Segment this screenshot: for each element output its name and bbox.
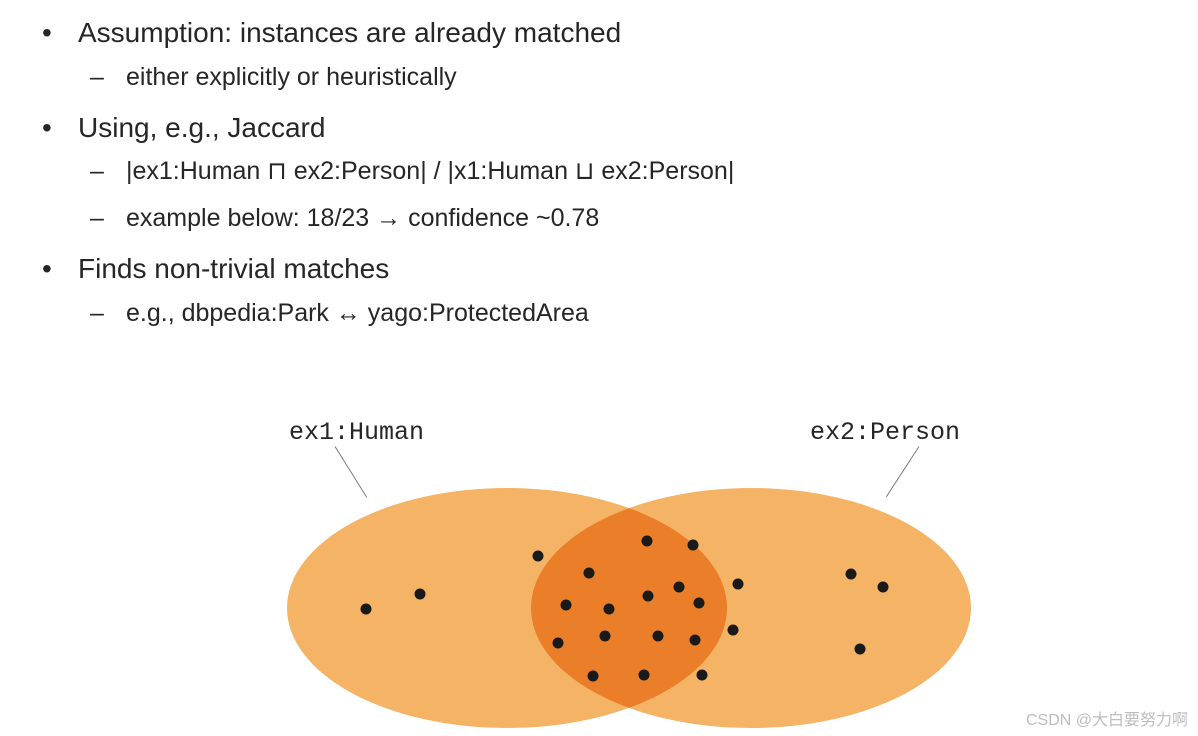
- sub-bullet-list: either explicitly or heuristically: [78, 58, 1198, 97]
- sub-bullet-text: example below: 18/23 → confidence ~0.78: [126, 204, 599, 232]
- venn-ellipse-right: [531, 488, 971, 728]
- venn-dot-intersection: [674, 582, 685, 593]
- venn-dot-left-only: [415, 589, 426, 600]
- bullet-item: Using, e.g., Jaccard |ex1:Human ⊓ ex2:Pe…: [0, 109, 1198, 238]
- venn-dot-intersection: [688, 540, 699, 551]
- venn-dot-intersection: [600, 631, 611, 642]
- bullet-item: Assumption: instances are already matche…: [0, 14, 1198, 97]
- sub-bullet-list: e.g., dbpedia:Park ↔ yago:ProtectedArea: [78, 294, 1198, 333]
- lead-line-left: [335, 446, 368, 497]
- sub-bullet-item: |ex1:Human ⊓ ex2:Person| / |x1:Human ⊔ e…: [78, 152, 1198, 191]
- venn-dot-intersection: [561, 600, 572, 611]
- venn-dot-right-only: [846, 569, 857, 580]
- venn-dot-intersection: [697, 670, 708, 681]
- sub-bullet-text: e.g., dbpedia:Park ↔ yago:ProtectedArea: [126, 299, 589, 327]
- bullet-item: Finds non-trivial matches e.g., dbpedia:…: [0, 250, 1198, 333]
- venn-dot-intersection: [533, 551, 544, 562]
- bullet-list: Assumption: instances are already matche…: [0, 14, 1198, 332]
- bullet-text: Assumption: instances are already matche…: [78, 17, 621, 48]
- venn-dot-right-only: [855, 644, 866, 655]
- venn-dot-intersection: [690, 635, 701, 646]
- venn-dot-intersection: [728, 625, 739, 636]
- sub-bullet-text: |ex1:Human ⊓ ex2:Person| / |x1:Human ⊔ e…: [126, 157, 734, 185]
- sub-bullet-item: either explicitly or heuristically: [78, 58, 1198, 97]
- sub-bullet-item: example below: 18/23 → confidence ~0.78: [78, 199, 1198, 238]
- venn-dot-intersection: [604, 604, 615, 615]
- venn-dot-right-only: [878, 582, 889, 593]
- lead-line-right: [886, 446, 920, 497]
- venn-dot-intersection: [588, 671, 599, 682]
- venn-dot-intersection: [694, 598, 705, 609]
- venn-dot-intersection: [642, 536, 653, 547]
- venn-dot-intersection: [553, 638, 564, 649]
- venn-dot-left-only: [361, 604, 372, 615]
- sub-bullet-text: either explicitly or heuristically: [126, 63, 457, 91]
- bullet-text: Using, e.g., Jaccard: [78, 112, 325, 143]
- venn-dot-intersection: [584, 568, 595, 579]
- watermark: CSDN @大白要努力啊: [1026, 706, 1188, 730]
- venn-dot-intersection: [643, 591, 654, 602]
- venn-right-label: ex2:Person: [810, 418, 960, 447]
- venn-dot-intersection: [733, 579, 744, 590]
- sub-bullet-list: |ex1:Human ⊓ ex2:Person| / |x1:Human ⊔ e…: [78, 152, 1198, 238]
- bullet-text: Finds non-trivial matches: [78, 253, 389, 284]
- venn-left-label: ex1:Human: [289, 418, 424, 447]
- venn-diagram: ex1:Human ex2:Person: [253, 418, 1013, 718]
- venn-dot-intersection: [653, 631, 664, 642]
- slide: Assumption: instances are already matche…: [0, 0, 1198, 736]
- venn-dot-intersection: [639, 670, 650, 681]
- sub-bullet-item: e.g., dbpedia:Park ↔ yago:ProtectedArea: [78, 294, 1198, 333]
